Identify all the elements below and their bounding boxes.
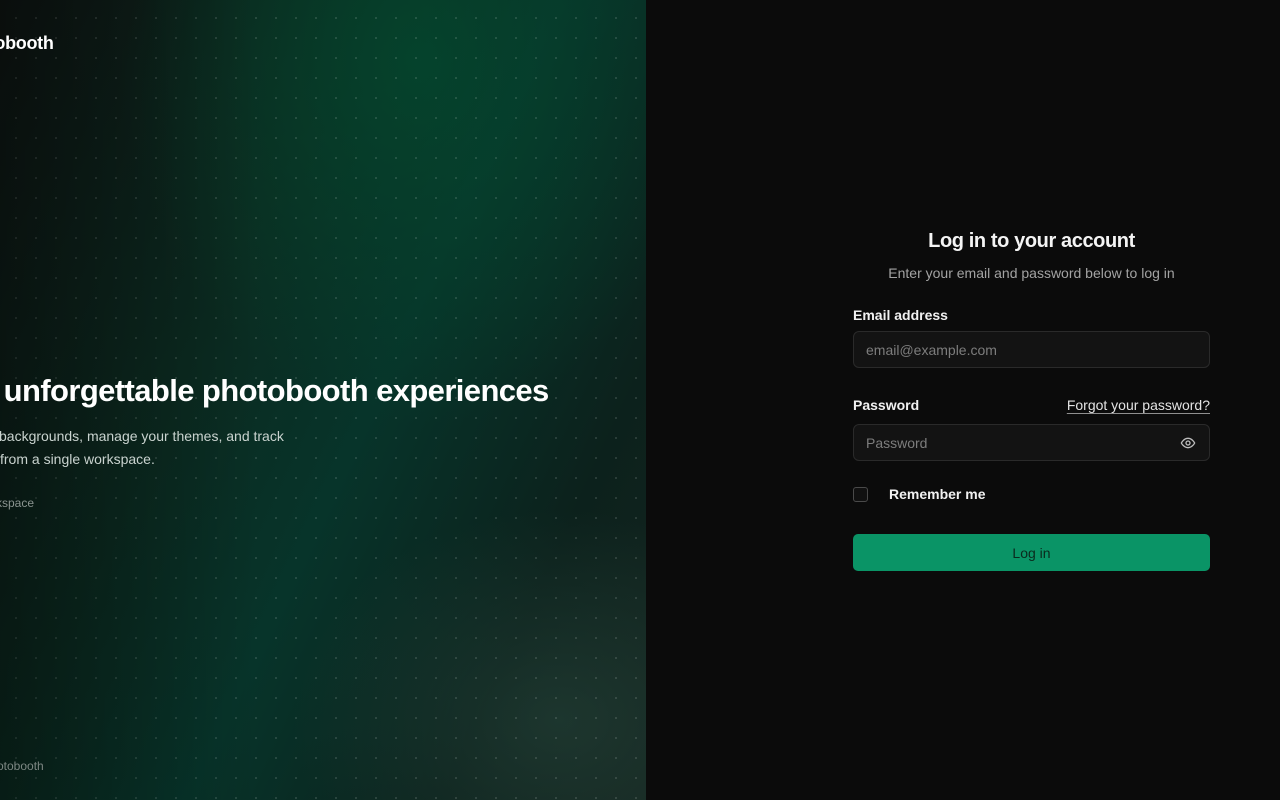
hero-tagline: backgrounds, manage your themes, and tra…	[0, 425, 339, 471]
footer-brand-note: otobooth	[0, 759, 44, 773]
email-placeholder: email@example.com	[866, 341, 997, 358]
hero-tagline-line1: backgrounds, manage your themes, and tra…	[0, 428, 284, 444]
hero-headline: e unforgettable photobooth experiences	[0, 373, 549, 408]
login-form: Log in to your account Enter your email …	[853, 228, 1210, 571]
remember-me-row: Remember me	[853, 485, 1210, 503]
remember-me-checkbox[interactable]	[853, 486, 868, 502]
form-subtitle: Enter your email and password below to l…	[888, 265, 1175, 281]
eye-icon[interactable]	[1179, 434, 1197, 452]
password-label: Password	[853, 397, 920, 413]
login-panel: Log in to your account Enter your email …	[646, 0, 1280, 800]
login-page: otobooth e unforgettable photobooth expe…	[0, 0, 1280, 800]
remember-me-label[interactable]: Remember me	[889, 486, 986, 502]
brand-logo[interactable]: otobooth	[0, 33, 54, 54]
email-label: Email address	[853, 307, 948, 323]
email-field[interactable]: email@example.com	[853, 331, 1210, 368]
login-button[interactable]: Log in	[853, 534, 1210, 571]
hero-panel: otobooth e unforgettable photobooth expe…	[0, 0, 646, 800]
form-title: Log in to your account	[928, 230, 1135, 252]
hero-tagline-line2: from a single workspace.	[0, 451, 155, 467]
password-field[interactable]: Password	[853, 424, 1210, 461]
workspace-link[interactable]: kspace	[0, 496, 34, 510]
password-placeholder: Password	[866, 434, 928, 451]
password-label-row: Password Forgot your password?	[853, 396, 1210, 414]
forgot-password-link[interactable]: Forgot your password?	[1067, 397, 1210, 413]
